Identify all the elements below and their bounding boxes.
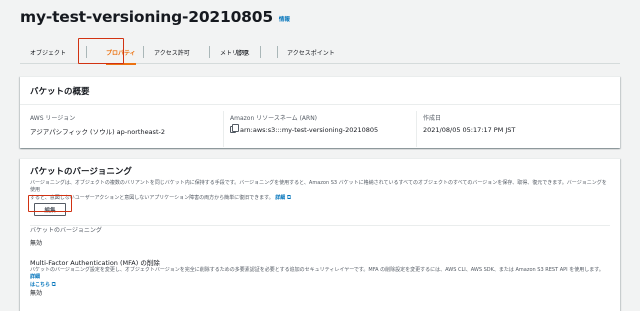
versioning-heading: バケットのバージョニング [30, 167, 132, 177]
external-link-icon: ⧉ [286, 194, 292, 201]
mfa-desc-line1: バケットのバージョニング設定を変更し、オブジェクトバージョンを完全に削除するため… [30, 267, 604, 273]
versioning-desc-line1: バージョニングは、オブジェクトの複数のバリアントを同じバケット内に保持する手段で… [30, 180, 607, 193]
tab-divider [277, 46, 278, 58]
edit-highlight-box [28, 195, 72, 212]
copy-icon[interactable] [230, 124, 239, 133]
region-value: アジアパシフィック (ソウル) ap-northeast-2 [30, 128, 165, 136]
mfa-desc-line1-row: バケットのバージョニング設定を変更し、オブジェクトバージョンを完全に削除するため… [30, 267, 610, 281]
region-field: AWS リージョン アジアパシフィック (ソウル) ap-northeast-2 [30, 113, 165, 136]
tab-divider [209, 46, 210, 58]
external-link-icon: ⧉ [51, 281, 56, 288]
versioning-status-label: バケットのバージョニング [30, 227, 102, 234]
tab-highlight-box [78, 38, 124, 64]
arn-field: Amazon リソースネーム (ARN) arn:aws:s3:::my-tes… [230, 113, 378, 134]
mfa-delete-value: 無効 [30, 290, 43, 297]
tab-objects[interactable]: オブジェクト [30, 40, 66, 64]
created-value: 2021/08/05 05:17:17 PM JST [423, 126, 516, 134]
created-field: 作成日 2021/08/05 05:17:17 PM JST [423, 113, 515, 134]
created-label: 作成日 [423, 115, 442, 122]
column-divider [416, 111, 417, 147]
versioning-status-value: 無効 [30, 240, 43, 247]
mfa-learn-more-link[interactable]: 詳細 [30, 274, 40, 280]
arn-row: arn:aws:s3:::my-test-versioning-20210805 [230, 124, 379, 134]
overview-heading: バケットの概要 [20, 77, 620, 105]
section-divider [30, 225, 610, 226]
tab-management-label[interactable]: 管理 [236, 40, 248, 64]
tab-divider [143, 46, 144, 58]
column-divider [223, 111, 224, 147]
arn-value: arn:aws:s3:::my-test-versioning-20210805 [240, 126, 379, 134]
region-label: AWS リージョン [30, 115, 76, 122]
page-title: my-test-versioning-20210805 [20, 8, 273, 26]
versioning-description: バージョニングは、オブジェクトの複数のバリアントを同じバケット内に保持する手段で… [30, 180, 610, 202]
page-header: my-test-versioning-20210805 情報 [20, 8, 290, 26]
bucket-overview-panel: バケットの概要 AWS リージョン アジアパシフィック (ソウル) ap-nor… [20, 76, 620, 148]
mfa-description: バケットのバージョニング設定を変更し、オブジェクトバージョンを完全に削除するため… [30, 267, 610, 289]
mfa-delete-title: Multi-Factor Authentication (MFA) の削除 [30, 259, 160, 267]
learn-more-link[interactable]: 詳細 [275, 195, 285, 201]
mfa-desc-line2-row: はこちら ⧉ [30, 281, 610, 289]
tab-divider [260, 46, 261, 58]
tab-access-points[interactable]: アクセスポイント [287, 40, 335, 64]
info-link[interactable]: 情報 [279, 15, 290, 23]
bucket-versioning-panel: バケットのバージョニング バージョニングは、オブジェクトの複数のバリアントを同じ… [20, 158, 620, 311]
tab-permissions[interactable]: アクセス許可 [154, 40, 190, 64]
versioning-desc-line2-row: すると、意図しないユーザーアクションと意図しないアプリケーション障害の両方から簡… [30, 194, 610, 202]
arn-label: Amazon リソースネーム (ARN) [230, 115, 318, 122]
